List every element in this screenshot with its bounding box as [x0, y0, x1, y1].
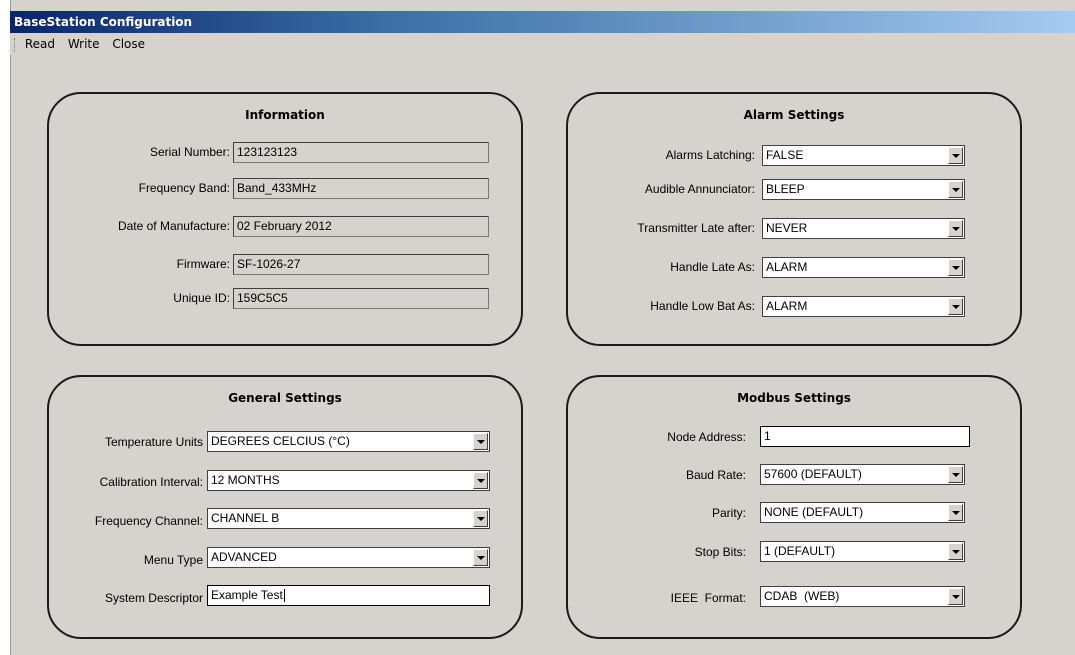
- frequency-channel-dropdown-button[interactable]: [473, 510, 488, 527]
- menu-type-select[interactable]: ADVANCED: [207, 547, 490, 568]
- chevron-down-icon: [952, 550, 960, 554]
- alarm-settings-title: Alarm Settings: [743, 108, 845, 122]
- parity-value: NONE (DEFAULT): [764, 505, 864, 519]
- chevron-down-icon: [952, 266, 960, 270]
- calibration-interval-dropdown-button[interactable]: [473, 472, 488, 489]
- unique-id-field: 159C5C5: [233, 288, 489, 309]
- date-of-manufacture-label: Date of Manufacture:: [117, 219, 230, 233]
- alarms-latching-dropdown-button[interactable]: [948, 147, 963, 164]
- toolbar-grip-icon[interactable]: [14, 37, 17, 52]
- ieee-format-value: CDAB (WEB): [764, 589, 840, 603]
- general-settings-title: General Settings: [228, 391, 342, 405]
- handle-late-value: ALARM: [766, 260, 808, 274]
- menu-type-label: Menu Type: [143, 553, 203, 567]
- alarms-latching-select[interactable]: FALSE: [762, 145, 965, 166]
- handle-late-select[interactable]: ALARM: [762, 257, 965, 278]
- text-cursor: [283, 589, 285, 603]
- transmitter-late-dropdown-button[interactable]: [948, 220, 963, 237]
- chevron-down-icon: [952, 473, 960, 477]
- menu-write[interactable]: Write: [68, 33, 100, 55]
- baud-rate-value: 57600 (DEFAULT): [764, 467, 862, 481]
- frequency-band-label: Frequency Band:: [138, 181, 230, 195]
- handle-late-label: Handle Late As:: [670, 260, 755, 274]
- date-of-manufacture-field: 02 February 2012: [233, 216, 489, 237]
- node-address-input[interactable]: 1: [760, 426, 970, 447]
- temperature-units-select[interactable]: DEGREES CELCIUS (°C): [207, 431, 490, 452]
- chevron-down-icon: [477, 517, 485, 521]
- modbus-settings-group: Modbus Settings Node Address: 1 Baud Rat…: [566, 375, 1022, 639]
- parity-dropdown-button[interactable]: [948, 504, 963, 521]
- chevron-down-icon: [952, 511, 960, 515]
- transmitter-late-select[interactable]: NEVER: [762, 218, 965, 239]
- baud-rate-label: Baud Rate:: [685, 468, 746, 482]
- handle-low-bat-value: ALARM: [766, 299, 808, 313]
- alarms-latching-value: FALSE: [766, 148, 804, 162]
- frequency-band-field: Band_433MHz: [233, 178, 489, 199]
- ieee-format-select[interactable]: CDAB (WEB): [760, 586, 965, 607]
- audible-annunciator-label: Audible Annunciator:: [644, 182, 755, 196]
- modbus-settings-title: Modbus Settings: [737, 391, 851, 405]
- menu-bar: Read Write Close: [10, 33, 1075, 55]
- alarms-latching-label: Alarms Latching:: [665, 148, 755, 162]
- baud-rate-select[interactable]: 57600 (DEFAULT): [760, 464, 965, 485]
- chevron-down-icon: [952, 154, 960, 158]
- general-settings-group: General Settings Temperature Units DEGRE…: [47, 375, 523, 639]
- alarm-settings-group: Alarm Settings Alarms Latching: FALSE Au…: [566, 92, 1022, 346]
- chevron-down-icon: [477, 556, 485, 560]
- handle-low-bat-dropdown-button[interactable]: [948, 298, 963, 315]
- parity-select[interactable]: NONE (DEFAULT): [760, 502, 965, 523]
- menu-type-value: ADVANCED: [211, 550, 277, 564]
- audible-annunciator-select[interactable]: BLEEP: [762, 179, 965, 200]
- firmware-field: SF-1026-27: [233, 254, 489, 275]
- frequency-channel-value: CHANNEL B: [211, 511, 280, 525]
- stop-bits-label: Stop Bits:: [694, 545, 746, 559]
- frequency-channel-label: Frequency Channel:: [94, 514, 203, 528]
- window-title-bar[interactable]: BaseStation Configuration: [10, 11, 1075, 33]
- chevron-down-icon: [952, 227, 960, 231]
- stop-bits-dropdown-button[interactable]: [948, 543, 963, 560]
- stop-bits-value: 1 (DEFAULT): [764, 544, 836, 558]
- firmware-label: Firmware:: [176, 257, 230, 271]
- chevron-down-icon: [952, 188, 960, 192]
- window-title: BaseStation Configuration: [14, 15, 193, 29]
- menu-read[interactable]: Read: [25, 33, 55, 55]
- temperature-units-dropdown-button[interactable]: [473, 433, 488, 450]
- calibration-interval-value: 12 MONTHS: [211, 473, 280, 487]
- transmitter-late-value: NEVER: [766, 221, 808, 235]
- handle-low-bat-label: Handle Low Bat As:: [650, 299, 755, 313]
- frequency-channel-select[interactable]: CHANNEL B: [207, 508, 490, 529]
- menu-type-dropdown-button[interactable]: [473, 549, 488, 566]
- chevron-down-icon: [952, 305, 960, 309]
- handle-low-bat-select[interactable]: ALARM: [762, 296, 965, 317]
- system-descriptor-label: System Descriptor: [104, 591, 203, 605]
- temperature-units-label: Temperature Units: [104, 435, 203, 449]
- system-descriptor-input[interactable]: Example Test: [207, 585, 490, 606]
- system-descriptor-value: Example Test: [211, 588, 283, 602]
- serial-number-label: Serial Number:: [149, 145, 230, 159]
- handle-late-dropdown-button[interactable]: [948, 259, 963, 276]
- temperature-units-value: DEGREES CELCIUS (°C): [211, 434, 350, 448]
- chevron-down-icon: [477, 479, 485, 483]
- information-group: Information Serial Number: 123123123 Fre…: [47, 92, 523, 346]
- ieee-format-dropdown-button[interactable]: [948, 588, 963, 605]
- serial-number-field: 123123123: [233, 142, 489, 163]
- stop-bits-select[interactable]: 1 (DEFAULT): [760, 541, 965, 562]
- transmitter-late-label: Transmitter Late after:: [637, 221, 755, 235]
- calibration-interval-label: Calibration Interval:: [99, 475, 203, 489]
- audible-annunciator-value: BLEEP: [766, 182, 805, 196]
- menu-close[interactable]: Close: [112, 33, 145, 55]
- ieee-format-label: IEEE Format:: [670, 591, 746, 605]
- chevron-down-icon: [952, 595, 960, 599]
- baud-rate-dropdown-button[interactable]: [948, 466, 963, 483]
- calibration-interval-select[interactable]: 12 MONTHS: [207, 470, 490, 491]
- node-address-label: Node Address:: [667, 430, 746, 444]
- audible-annunciator-dropdown-button[interactable]: [948, 181, 963, 198]
- parity-label: Parity:: [711, 506, 746, 520]
- unique-id-label: Unique ID:: [173, 291, 230, 305]
- information-title: Information: [245, 108, 325, 122]
- chevron-down-icon: [477, 440, 485, 444]
